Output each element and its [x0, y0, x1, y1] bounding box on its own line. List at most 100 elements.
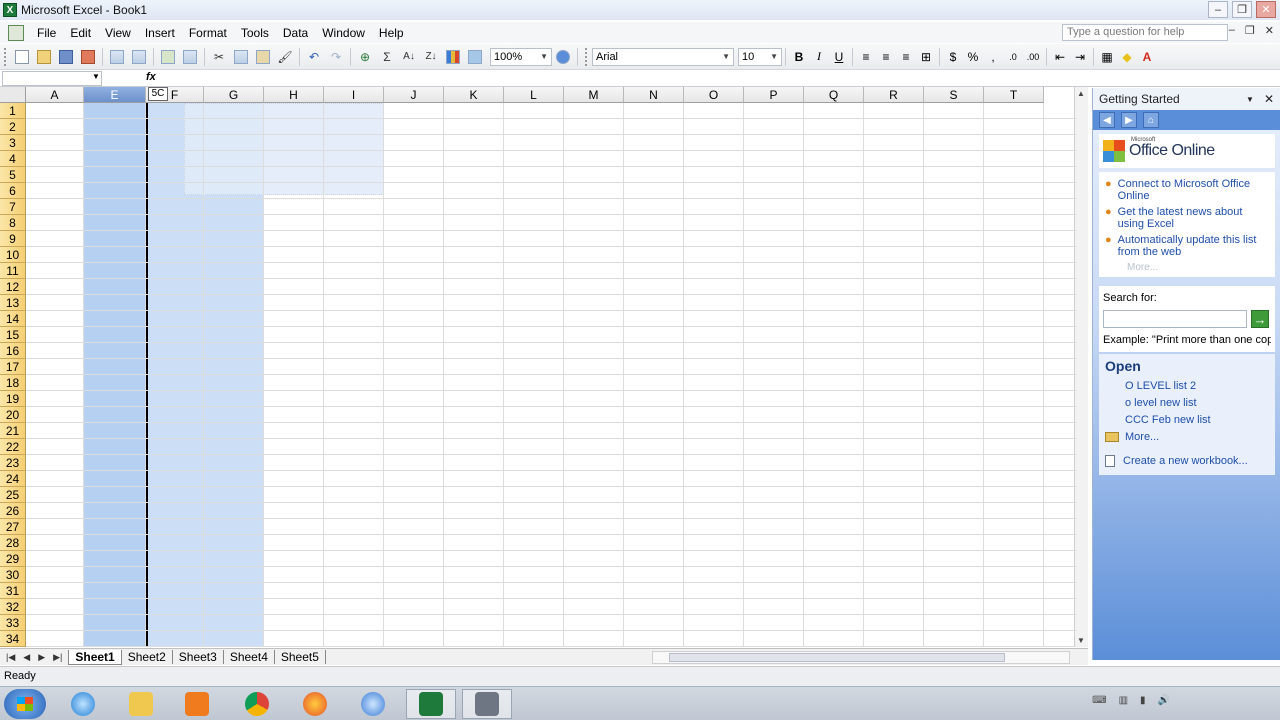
search-go-button[interactable]: →: [1251, 310, 1269, 328]
underline-button[interactable]: U: [829, 48, 849, 66]
vertical-scrollbar[interactable]: ▲ ▼: [1074, 87, 1088, 647]
taskbar-excel[interactable]: [406, 689, 456, 719]
toolbar-grip-2[interactable]: [585, 47, 588, 66]
column-header-h[interactable]: H: [264, 87, 324, 103]
copy-icon[interactable]: [232, 48, 250, 66]
font-color-icon[interactable]: A: [1137, 48, 1157, 66]
column-header-q[interactable]: Q: [804, 87, 864, 103]
redo-icon[interactable]: ↷: [327, 48, 345, 66]
menu-window[interactable]: Window: [315, 26, 372, 40]
align-center-icon[interactable]: ≡: [876, 48, 896, 66]
row-header-3[interactable]: 3: [0, 135, 26, 151]
format-painter-icon[interactable]: 🖌: [276, 48, 294, 66]
sort-descending-icon[interactable]: Z↓: [422, 48, 440, 66]
tab-sheet2[interactable]: Sheet2: [122, 650, 173, 664]
close-button[interactable]: ✕: [1256, 1, 1276, 18]
row-header-5[interactable]: 5: [0, 167, 26, 183]
menu-data[interactable]: Data: [276, 26, 315, 40]
fill-color-icon[interactable]: ◆: [1117, 48, 1137, 66]
menu-help[interactable]: Help: [372, 26, 411, 40]
decrease-indent-icon[interactable]: ⇤: [1050, 48, 1070, 66]
merge-center-icon[interactable]: ⊞: [916, 48, 936, 66]
row-header-24[interactable]: 24: [0, 471, 26, 487]
chevron-down-icon[interactable]: ▼: [92, 72, 100, 81]
undo-icon[interactable]: ↶: [305, 48, 323, 66]
row-header-29[interactable]: 29: [0, 551, 26, 567]
column-header-k[interactable]: K: [444, 87, 504, 103]
tab-sheet3[interactable]: Sheet3: [173, 650, 224, 664]
function-icon[interactable]: fx: [146, 71, 156, 83]
new-icon[interactable]: [13, 48, 31, 66]
next-sheet-icon[interactable]: ▶: [38, 652, 45, 663]
doc-restore-button[interactable]: ❐: [1245, 24, 1255, 37]
row-header-16[interactable]: 16: [0, 343, 26, 359]
row-header-1[interactable]: 1: [0, 103, 26, 119]
taskbar-app[interactable]: [348, 689, 398, 719]
row-header-13[interactable]: 13: [0, 295, 26, 311]
restore-button[interactable]: ❐: [1232, 1, 1252, 18]
row-header-23[interactable]: 23: [0, 455, 26, 471]
row-header-34[interactable]: 34: [0, 631, 26, 647]
row-header-26[interactable]: 26: [0, 503, 26, 519]
bold-button[interactable]: B: [789, 48, 809, 66]
borders-icon[interactable]: ▦: [1097, 48, 1117, 66]
row-header-22[interactable]: 22: [0, 439, 26, 455]
menu-tools[interactable]: Tools: [234, 26, 276, 40]
align-right-icon[interactable]: ≡: [896, 48, 916, 66]
print-preview-icon[interactable]: [130, 48, 148, 66]
first-sheet-icon[interactable]: |◀: [6, 652, 15, 663]
toolbar-grip[interactable]: [4, 47, 7, 66]
column-header-l[interactable]: L: [504, 87, 564, 103]
tab-sheet5[interactable]: Sheet5: [275, 650, 326, 664]
doc-close-button[interactable]: ✕: [1265, 24, 1274, 37]
link-connect[interactable]: ● Connect to Microsoft Office Online: [1105, 178, 1271, 202]
worksheet-grid[interactable]: 5C ▲ ▼ A E F G H I J K L M N O P Q R S T 1 2 3 4 5 6 7 8 9 10 11 12 1…: [0, 87, 1088, 647]
open-more-link[interactable]: More...: [1105, 431, 1271, 443]
recent-file-3[interactable]: CCC Feb new list: [1125, 414, 1271, 426]
row-header-33[interactable]: 33: [0, 615, 26, 631]
row-header-30[interactable]: 30: [0, 567, 26, 583]
battery-icon[interactable]: ▮: [1140, 695, 1146, 706]
help-search-input[interactable]: Type a question for help: [1062, 24, 1228, 41]
percent-button[interactable]: %: [963, 48, 983, 66]
row-header-6[interactable]: 6: [0, 183, 26, 199]
align-left-icon[interactable]: ≡: [856, 48, 876, 66]
save-icon[interactable]: [57, 48, 75, 66]
row-header-7[interactable]: 7: [0, 199, 26, 215]
spelling-icon[interactable]: [159, 48, 177, 66]
column-header-i[interactable]: I: [324, 87, 384, 103]
tab-sheet4[interactable]: Sheet4: [224, 650, 275, 664]
increase-indent-icon[interactable]: ⇥: [1070, 48, 1090, 66]
last-sheet-icon[interactable]: ▶|: [53, 652, 62, 663]
research-icon[interactable]: [181, 48, 199, 66]
column-header-j[interactable]: J: [384, 87, 444, 103]
autosum-icon[interactable]: Σ: [378, 48, 396, 66]
row-header-2[interactable]: 2: [0, 119, 26, 135]
name-box[interactable]: [2, 71, 102, 86]
menu-file[interactable]: File: [30, 26, 63, 40]
zoom-select[interactable]: 100% ▼: [490, 47, 552, 66]
taskbar-window[interactable]: [462, 689, 512, 719]
comma-style-icon[interactable]: ,: [983, 48, 1003, 66]
scroll-thumb[interactable]: [669, 653, 1005, 662]
volume-icon[interactable]: 🔊: [1158, 695, 1170, 706]
workbook-icon[interactable]: [8, 24, 24, 41]
row-header-11[interactable]: 11: [0, 263, 26, 279]
row-header-25[interactable]: 25: [0, 487, 26, 503]
permission-icon[interactable]: [79, 48, 97, 66]
row-header-9[interactable]: 9: [0, 231, 26, 247]
scroll-up-icon[interactable]: ▲: [1077, 89, 1085, 98]
chevron-down-icon[interactable]: ▼: [1246, 95, 1254, 104]
column-header-m[interactable]: M: [564, 87, 624, 103]
search-input[interactable]: [1103, 310, 1247, 328]
row-header-20[interactable]: 20: [0, 407, 26, 423]
row-header-8[interactable]: 8: [0, 215, 26, 231]
select-all-corner[interactable]: [0, 87, 26, 103]
increase-decimal-icon[interactable]: .0: [1003, 48, 1023, 66]
print-icon[interactable]: [108, 48, 126, 66]
scroll-down-icon[interactable]: ▼: [1077, 636, 1085, 645]
keyboard-icon[interactable]: ⌨: [1092, 695, 1106, 706]
column-header-t[interactable]: T: [984, 87, 1044, 103]
row-header-21[interactable]: 21: [0, 423, 26, 439]
row-header-18[interactable]: 18: [0, 375, 26, 391]
